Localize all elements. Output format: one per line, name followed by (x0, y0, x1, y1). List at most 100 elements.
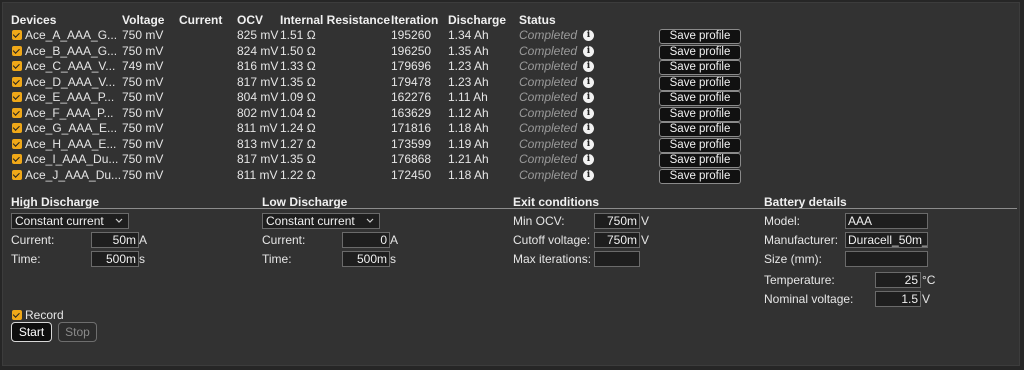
device-checkbox[interactable] (12, 107, 22, 118)
save-profile-button[interactable]: Save profile (659, 137, 741, 153)
device-voltage: 750 mV (122, 28, 164, 42)
low-discharge-mode-select[interactable]: Constant current (262, 213, 380, 229)
save-profile-button[interactable]: Save profile (659, 44, 741, 60)
device-row: Ace_E_AAA_P... 750 mV 804 mV 1.09 Ω 1622… (3, 90, 1021, 106)
device-voltage: 749 mV (122, 59, 164, 73)
manufacturer-label: Manufacturer: (764, 233, 839, 247)
max-iterations-input[interactable] (594, 251, 640, 267)
save-profile-button[interactable]: Save profile (659, 153, 741, 168)
device-name: Ace_F_AAA_P... (25, 105, 114, 120)
high-time-input[interactable]: 500m (91, 251, 139, 267)
device-checkbox[interactable] (12, 169, 22, 180)
high-current-input[interactable]: 50m (91, 232, 139, 248)
info-icon[interactable]: i (583, 138, 594, 150)
header-iteration: Iteration (391, 13, 439, 27)
device-iteration: 179478 (391, 74, 432, 89)
size-input[interactable] (845, 251, 928, 267)
device-name: Ace_J_AAA_Du... (25, 167, 122, 182)
nominal-voltage-label: Nominal voltage: (764, 292, 854, 306)
low-discharge-title: Low Discharge (262, 195, 348, 209)
info-icon[interactable]: i (583, 92, 594, 103)
size-label: Size (mm): (764, 252, 822, 266)
device-discharge: 1.12 Ah (448, 105, 489, 120)
header-resistance: Internal Resistance (280, 13, 391, 27)
info-icon[interactable]: i (583, 154, 594, 165)
device-status: Completed (519, 167, 578, 182)
device-checkbox[interactable] (12, 61, 22, 71)
header-voltage: Voltage (122, 13, 165, 27)
min-ocv-input[interactable]: 750m (594, 213, 640, 229)
low-current-input[interactable]: 0 (342, 232, 390, 248)
device-checkbox[interactable] (12, 123, 22, 133)
save-profile-button[interactable]: Save profile (659, 75, 741, 91)
high-current-unit: A (139, 233, 148, 247)
device-discharge: 1.11 Ah (448, 90, 488, 104)
device-checkbox[interactable] (12, 138, 22, 149)
header-current: Current (179, 13, 223, 27)
info-icon[interactable]: i (583, 61, 594, 72)
device-discharge: 1.18 Ah (448, 121, 489, 135)
cutoff-voltage-input[interactable]: 750m (594, 232, 640, 248)
device-name: Ace_H_AAA_E... (25, 136, 117, 151)
device-status: Completed (519, 28, 578, 42)
save-profile-button[interactable]: Save profile (659, 168, 741, 184)
low-current-label: Current: (262, 233, 306, 247)
device-resistance: 1.22 Ω (280, 167, 316, 182)
save-profile-button[interactable]: Save profile (659, 122, 741, 137)
info-icon[interactable]: i (583, 30, 594, 41)
device-status: Completed (519, 152, 578, 166)
device-checkbox[interactable] (12, 154, 22, 164)
device-row: Ace_D_AAA_V... 750 mV 817 mV 1.35 Ω 1794… (3, 75, 1021, 91)
high-time-label: Time: (11, 252, 41, 266)
device-discharge: 1.21 Ah (448, 152, 489, 166)
save-profile-button[interactable]: Save profile (659, 29, 741, 44)
high-discharge-mode-select[interactable]: Constant current (11, 213, 129, 229)
cutoff-voltage-label: Cutoff voltage: (513, 233, 591, 247)
device-iteration: 162276 (391, 90, 432, 104)
low-time-input[interactable]: 500m (342, 251, 390, 267)
stop-button[interactable]: Stop (58, 322, 97, 342)
save-profile-button[interactable]: Save profile (659, 60, 741, 75)
device-resistance: 1.51 Ω (280, 28, 316, 42)
device-name: Ace_G_AAA_E... (25, 121, 118, 135)
device-ocv: 817 mV (237, 74, 279, 89)
info-icon[interactable]: i (583, 107, 594, 119)
record-checkbox[interactable] (12, 310, 22, 320)
temperature-input[interactable]: 25 (875, 272, 921, 288)
chevron-down-icon (115, 218, 123, 223)
device-resistance: 1.33 Ω (280, 59, 316, 73)
device-checkbox[interactable] (12, 92, 22, 102)
device-iteration: 173599 (391, 136, 432, 151)
device-iteration: 171816 (391, 121, 432, 135)
header-devices: Devices (11, 13, 57, 27)
temperature-unit: °C (922, 273, 936, 287)
start-button[interactable]: Start (11, 322, 52, 342)
save-profile-button[interactable]: Save profile (659, 106, 741, 122)
save-profile-button[interactable]: Save profile (659, 91, 741, 106)
device-row: Ace_F_AAA_P... 750 mV 802 mV 1.04 Ω 1636… (3, 106, 1021, 122)
device-resistance: 1.35 Ω (280, 74, 316, 89)
high-time-unit: s (139, 252, 145, 266)
device-checkbox[interactable] (12, 45, 22, 56)
app-window: Devices Voltage Current OCV Internal Res… (2, 2, 1020, 366)
high-discharge-title: High Discharge (11, 195, 100, 209)
device-ocv: 804 mV (237, 90, 279, 104)
info-icon[interactable]: i (583, 45, 594, 57)
device-ocv: 811 mV (237, 167, 278, 182)
manufacturer-input[interactable]: Duracell_50m_ (845, 232, 928, 248)
device-checkbox[interactable] (12, 30, 22, 40)
nominal-voltage-unit: V (922, 292, 931, 306)
device-checkbox[interactable] (12, 76, 22, 87)
model-input[interactable]: AAA (845, 213, 928, 229)
device-resistance: 1.50 Ω (280, 43, 316, 58)
model-label: Model: (764, 214, 801, 228)
info-icon[interactable]: i (583, 169, 594, 181)
info-icon[interactable]: i (583, 76, 594, 88)
device-discharge: 1.34 Ah (448, 28, 489, 42)
exit-conditions-title: Exit conditions (513, 195, 600, 209)
device-status: Completed (519, 43, 578, 58)
device-discharge: 1.19 Ah (448, 136, 489, 151)
nominal-voltage-input[interactable]: 1.5 (875, 291, 921, 307)
device-iteration: 179696 (391, 59, 432, 73)
info-icon[interactable]: i (583, 123, 594, 134)
